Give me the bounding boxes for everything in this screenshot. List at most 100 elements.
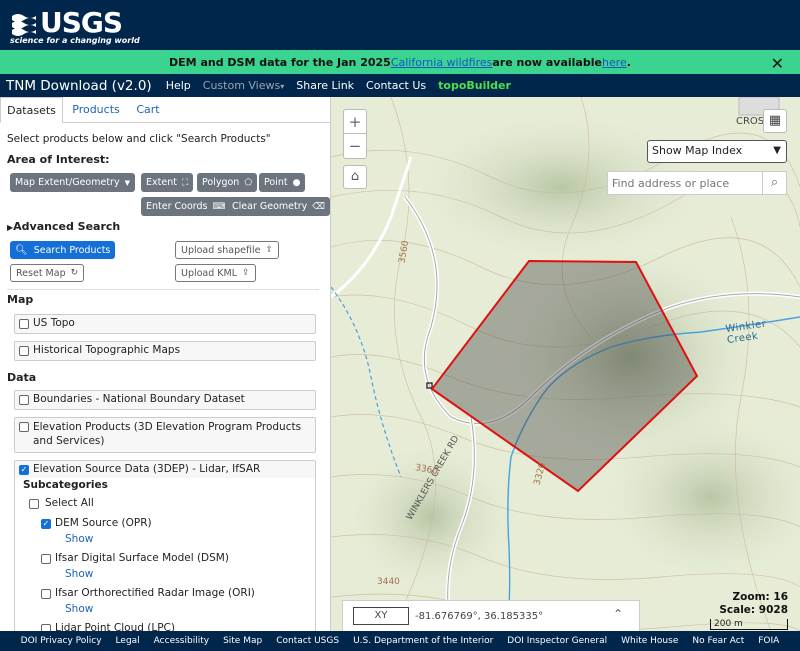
footer: DOI Privacy Policy Legal Accessibility S… [0,631,800,651]
eraser-icon: ⌫ [312,201,325,212]
coordinate-value: -81.676769°, 36.185335° [415,610,544,622]
ifsar-ori-show-link[interactable]: Show [65,603,93,615]
subcategories-label: Subcategories [23,479,108,491]
chevron-up-icon[interactable]: ⌃ [613,607,623,621]
footer-sitemap-link[interactable]: Site Map [223,636,262,646]
xy-format-button[interactable]: XY [353,607,409,625]
ifsar-ori-label: Ifsar Orthorectified Radar Image (ORI) [55,587,255,599]
area-of-interest-label: Area of Interest: [7,153,110,166]
logo-text: USGS [40,6,123,39]
tab-datasets[interactable]: Datasets [0,97,63,123]
app-title[interactable]: TNM Download (v2.0) [6,78,152,94]
footer-nofear-link[interactable]: No Fear Act [692,636,744,646]
advanced-search-toggle[interactable]: ▶Advanced Search [7,220,120,233]
upload-shapefile-button[interactable]: Upload shapefile ⇪ [175,241,279,259]
ifsar-ori-checkbox[interactable] [41,589,51,599]
elevation-products-checkbox[interactable] [19,422,29,432]
coordinate-readout: XY -81.676769°, 36.185335° ⌃ [342,600,640,631]
ifsar-dsm-checkbox[interactable] [41,554,51,564]
us-topo-checkbox[interactable] [19,319,29,329]
nav-help[interactable]: Help [166,79,191,92]
keyboard-icon: ⌨ [212,201,226,212]
upload-icon: ⇪ [265,245,273,255]
boundaries-checkbox[interactable] [19,395,29,405]
elevation-products-item[interactable]: Elevation Products (3D Elevation Program… [14,417,316,453]
qr-grid-icon[interactable]: ▦ [763,109,787,133]
point-button[interactable]: Point ● [259,173,306,192]
enter-coords-button[interactable]: Enter Coords ⌨ [141,197,231,216]
footer-inspector-link[interactable]: DOI Inspector General [507,636,607,646]
nav-custom-views[interactable]: Custom Views▾ [203,79,285,92]
dem-source-show-link[interactable]: Show [65,533,93,545]
footer-legal-link[interactable]: Legal [116,636,140,646]
ifsar-dsm-show-link[interactable]: Show [65,568,93,580]
clear-geometry-label: Clear Geometry [232,201,308,212]
close-icon[interactable]: ✕ [771,54,784,73]
usgs-header: USGS science for a changing world [0,0,800,50]
elevation-source-checkbox[interactable]: ✓ [19,465,29,475]
ifsar-dsm-label: Ifsar Digital Surface Model (DSM) [55,552,229,564]
upload-shapefile-label: Upload shapefile [181,244,261,256]
historical-topo-checkbox[interactable] [19,346,29,356]
footer-contact-link[interactable]: Contact USGS [276,636,339,646]
home-icon[interactable]: ⌂ [343,165,367,189]
lidar-lpc-checkbox[interactable] [41,624,51,631]
map-index-select[interactable]: Show Map Index ▼ [647,140,787,163]
alert-wildfires-link[interactable]: California wildfires [391,56,493,69]
address-search-input[interactable] [608,176,758,190]
dem-source-label: DEM Source (OPR) [55,517,152,529]
footer-doi-link[interactable]: U.S. Department of the Interior [353,636,493,646]
reset-map-button[interactable]: Reset Map ↻ [10,264,85,282]
boundaries-item[interactable]: Boundaries - National Boundary Dataset [14,390,316,410]
top-nav: TNM Download (v2.0) Help Custom Views▾ S… [0,74,800,97]
nav-share-link[interactable]: Share Link [296,79,354,92]
point-label: Point [264,177,288,188]
contour-label-3440: 3440 [377,577,400,587]
tab-cart[interactable]: Cart [128,97,168,123]
dem-source-item[interactable]: ✓ DEM Source (OPR) [41,517,152,529]
upload-kml-label: Upload KML [181,267,238,279]
zoom-out-button[interactable]: − [344,134,366,158]
data-section-label: Data [7,371,37,384]
map-view[interactable]: Winkler Creek WINKLERS CREEK RD CROSS 35… [331,97,800,631]
select-all-checkbox[interactable] [29,499,39,509]
tab-products[interactable]: Products [66,97,126,123]
alert-banner: DEM and DSM data for the Jan 2025 Califo… [0,50,800,74]
scale-value: Scale: 9028 [719,604,788,616]
caret-down-icon: ▼ [124,178,130,187]
ifsar-ori-item[interactable]: Ifsar Orthorectified Radar Image (ORI) [41,587,255,599]
select-all-label: Select All [45,497,94,509]
search-products-button[interactable]: 🔍︎ Search Products [10,241,116,259]
extent-button[interactable]: Extent ⛶ [141,173,194,192]
nav-topobuilder[interactable]: topoBuilder [438,79,511,92]
usgs-logo[interactable]: USGS science for a changing world [10,6,140,45]
footer-whitehouse-link[interactable]: White House [621,636,678,646]
alert-text-middle: are now available [492,55,602,69]
ifsar-dsm-item[interactable]: Ifsar Digital Surface Model (DSM) [41,552,229,564]
lidar-lpc-item[interactable]: Lidar Point Cloud (LPC) [41,622,175,631]
us-topo-item[interactable]: US Topo [14,314,316,334]
lidar-lpc-label: Lidar Point Cloud (LPC) [55,622,175,631]
alert-text-after: . [626,55,631,69]
alert-here-link[interactable]: here [602,56,627,69]
map-extent-dropdown[interactable]: Map Extent/Geometry ▼ [10,173,135,192]
zoom-in-button[interactable]: + [344,110,366,134]
map-section-label: Map [7,293,34,306]
select-all-item[interactable]: Select All [29,497,94,509]
elevation-source-item[interactable]: ✓ Elevation Source Data (3DEP) - Lidar, … [14,460,316,480]
polygon-button[interactable]: Polygon ⬠ [197,173,258,192]
map-index-value: Show Map Index [652,144,743,157]
advanced-search-label: Advanced Search [13,220,121,233]
chevron-down-icon: ▼ [773,145,781,156]
footer-accessibility-link[interactable]: Accessibility [154,636,209,646]
clear-geometry-button[interactable]: Clear Geometry ⌫ [227,197,330,216]
search-icon[interactable]: ⌕ [762,172,786,194]
historical-topo-item[interactable]: Historical Topographic Maps [14,341,316,361]
extent-icon: ⛶ [181,177,189,188]
footer-privacy-link[interactable]: DOI Privacy Policy [21,636,102,646]
dem-source-checkbox[interactable]: ✓ [41,519,51,529]
nav-contact-us[interactable]: Contact Us [366,79,426,92]
footer-foia-link[interactable]: FOIA [758,636,779,646]
search-products-label: Search Products [33,244,111,256]
upload-kml-button[interactable]: Upload KML ⇪ [175,264,256,282]
